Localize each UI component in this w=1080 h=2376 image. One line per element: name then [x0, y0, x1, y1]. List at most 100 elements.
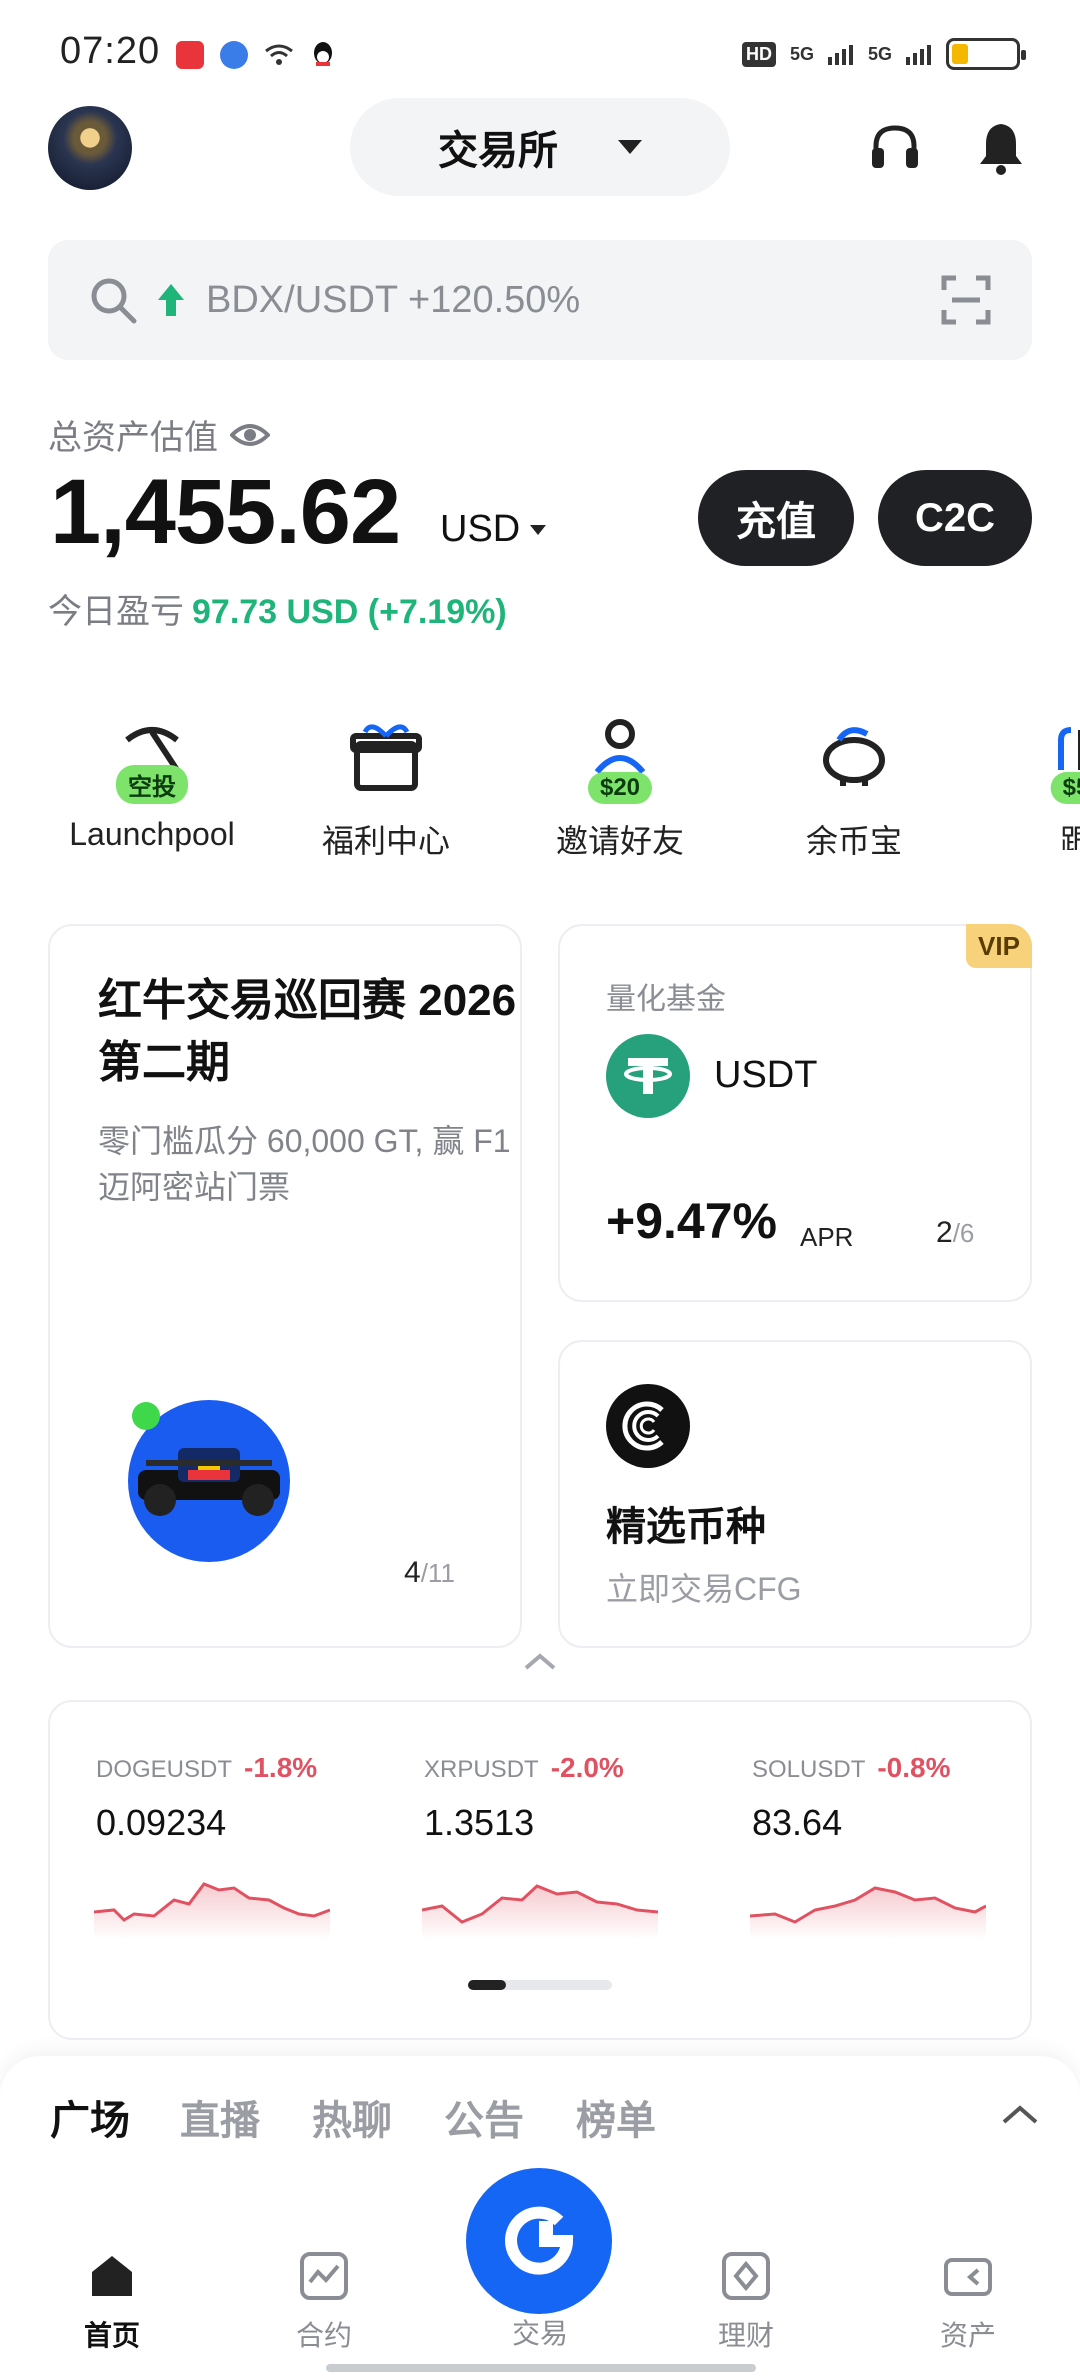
bell-icon[interactable] — [976, 120, 1026, 176]
nav-label: 理财 — [717, 2320, 774, 2351]
shortcut-label: 福利中心 — [321, 823, 450, 859]
sol-sparkline — [750, 1886, 986, 1940]
status-right: HD 5G 5G — [741, 38, 1026, 70]
tab-square[interactable]: 广场 — [50, 2088, 130, 2146]
exchange-switcher[interactable]: 交易所 — [350, 98, 730, 196]
ticker-change: -0.8% — [877, 1752, 951, 1783]
pager-current: 2 — [936, 1216, 953, 1249]
chart-line-icon — [300, 2252, 348, 2300]
notification-icons — [176, 40, 336, 70]
scan-icon[interactable] — [940, 274, 992, 326]
pickaxe-icon: 空投 — [107, 710, 197, 804]
nav-label: 资产 — [939, 2320, 996, 2351]
trending-up-icon — [158, 284, 184, 316]
search-suggestion: BDX/USDT +120.50% — [206, 278, 581, 321]
total-asset-label: 总资产估值 — [48, 410, 270, 459]
nav-trade[interactable]: 交易 — [460, 2312, 620, 2352]
fund-coin: USDT — [714, 1054, 818, 1096]
chevron-up-icon[interactable] — [1000, 2102, 1040, 2128]
nav-earn[interactable]: 理财 — [666, 2250, 826, 2354]
shortcut-label: 跟 — [1059, 823, 1080, 850]
chevron-up-icon[interactable] — [522, 1650, 558, 1674]
carousel-indicator — [468, 1980, 612, 1990]
eye-icon[interactable] — [230, 421, 270, 449]
total-asset-value: 1,455.62 — [50, 461, 401, 563]
featured-subtitle: 立即交易CFG — [606, 1571, 802, 1607]
shortcut-savings[interactable]: 余币宝 — [744, 710, 964, 862]
ticker-price: 83.64 — [752, 1802, 843, 1843]
wallet-icon — [944, 2258, 992, 2296]
gate-logo-icon — [505, 2206, 574, 2275]
ticker-symbol: XRPUSDT — [424, 1756, 539, 1783]
shortcut-invite[interactable]: $20 邀请好友 — [510, 710, 730, 862]
currency-selector[interactable]: USD — [440, 508, 547, 551]
ticker-sol[interactable]: SOLUSDT -0.8% 83.64 — [752, 1752, 951, 1844]
currency-unit: USD — [440, 508, 521, 550]
piggy-bank-icon — [809, 710, 899, 800]
home-indicator — [326, 2364, 756, 2372]
xrp-sparkline — [422, 1884, 658, 1940]
headset-icon[interactable] — [870, 122, 920, 174]
promo-title: 红牛交易巡回赛 2026 第二期 — [98, 976, 517, 1087]
tab-live[interactable]: 直播 — [180, 2088, 260, 2146]
fund-label: 量化基金 — [606, 983, 726, 1016]
tab-hot-chat[interactable]: 热聊 — [312, 2088, 392, 2146]
promo-pager: 4/11 — [404, 1556, 455, 1590]
copy-trade-icon: $5 — [1031, 710, 1080, 804]
signal-bars-icon — [906, 45, 931, 65]
invite-user-icon: $20 — [575, 710, 665, 804]
live-dot — [132, 1402, 160, 1430]
pager-total: /6 — [952, 1218, 975, 1248]
nav-label: 合约 — [295, 2320, 352, 2351]
featured-title: 精选币种 — [606, 1505, 766, 1549]
pager-current: 4 — [404, 1556, 421, 1589]
ticker-change: -2.0% — [550, 1752, 624, 1783]
nav-label: 首页 — [83, 2320, 140, 2351]
shortcut-tag: 空投 — [116, 765, 188, 804]
chevron-down-icon — [530, 524, 547, 535]
vip-badge: VIP — [966, 924, 1032, 968]
total-asset-text: 总资产估值 — [48, 419, 218, 457]
signal-5g-2: 5G — [867, 43, 892, 64]
avatar[interactable] — [48, 106, 132, 190]
usdt-icon — [606, 1034, 690, 1118]
gift-icon — [341, 710, 431, 800]
deposit-button[interactable]: 充值 — [698, 470, 854, 566]
shortcut-tag: $5 — [1050, 772, 1080, 804]
ticker-symbol: DOGEUSDT — [96, 1756, 233, 1783]
nav-futures[interactable]: 合约 — [244, 2250, 404, 2354]
shortcut-rewards[interactable]: 福利中心 — [276, 710, 496, 862]
nav-home[interactable]: 首页 — [32, 2250, 192, 2354]
nav-assets[interactable]: 资产 — [888, 2250, 1048, 2354]
home-icon — [92, 2256, 132, 2296]
qq-icon — [314, 42, 332, 66]
pager-total: /11 — [420, 1558, 455, 1588]
fund-pager: 2/6 — [936, 1216, 974, 1250]
pnl-value: 97.73 USD (+7.19%) — [192, 593, 507, 631]
ticker-price: 1.3513 — [424, 1802, 535, 1843]
tab-rankings[interactable]: 榜单 — [576, 2088, 656, 2146]
shortcut-label: 余币宝 — [805, 823, 902, 859]
signal-5g-1: 5G — [789, 43, 814, 64]
daily-pnl: 今日盈亏 97.73 USD (+7.19%) — [48, 584, 507, 633]
ticker-symbol: SOLUSDT — [752, 1756, 866, 1783]
trade-fab[interactable] — [466, 2168, 612, 2314]
app-notification-icon — [220, 41, 248, 69]
cfg-coin-icon — [606, 1384, 690, 1468]
shortcut-launchpool[interactable]: 空投 Launchpool — [42, 710, 262, 853]
ticker-doge[interactable]: DOGEUSDT -1.8% 0.09234 — [96, 1752, 317, 1844]
shortcut-copy-trade[interactable]: $5 跟 — [1000, 710, 1080, 850]
search-bar[interactable]: BDX/USDT +120.50% — [48, 240, 1032, 360]
shortcut-tag: $20 — [587, 772, 653, 804]
shortcut-label: Launchpool — [69, 816, 235, 852]
apr-value: +9.47% — [606, 1193, 777, 1249]
c2c-button[interactable]: C2C — [878, 470, 1032, 566]
chevron-down-icon — [618, 140, 642, 154]
ticker-xrp[interactable]: XRPUSDT -2.0% 1.3513 — [424, 1752, 624, 1844]
doge-sparkline — [94, 1882, 330, 1940]
promo-subtitle: 零门槛瓜分 60,000 GT, 赢 F1 迈阿密站门票 — [98, 1123, 511, 1205]
tab-announcements[interactable]: 公告 — [444, 2088, 524, 2146]
wallet-diamond-icon — [722, 2252, 770, 2300]
search-icon — [91, 278, 137, 324]
status-time: 07:20 — [60, 30, 161, 72]
